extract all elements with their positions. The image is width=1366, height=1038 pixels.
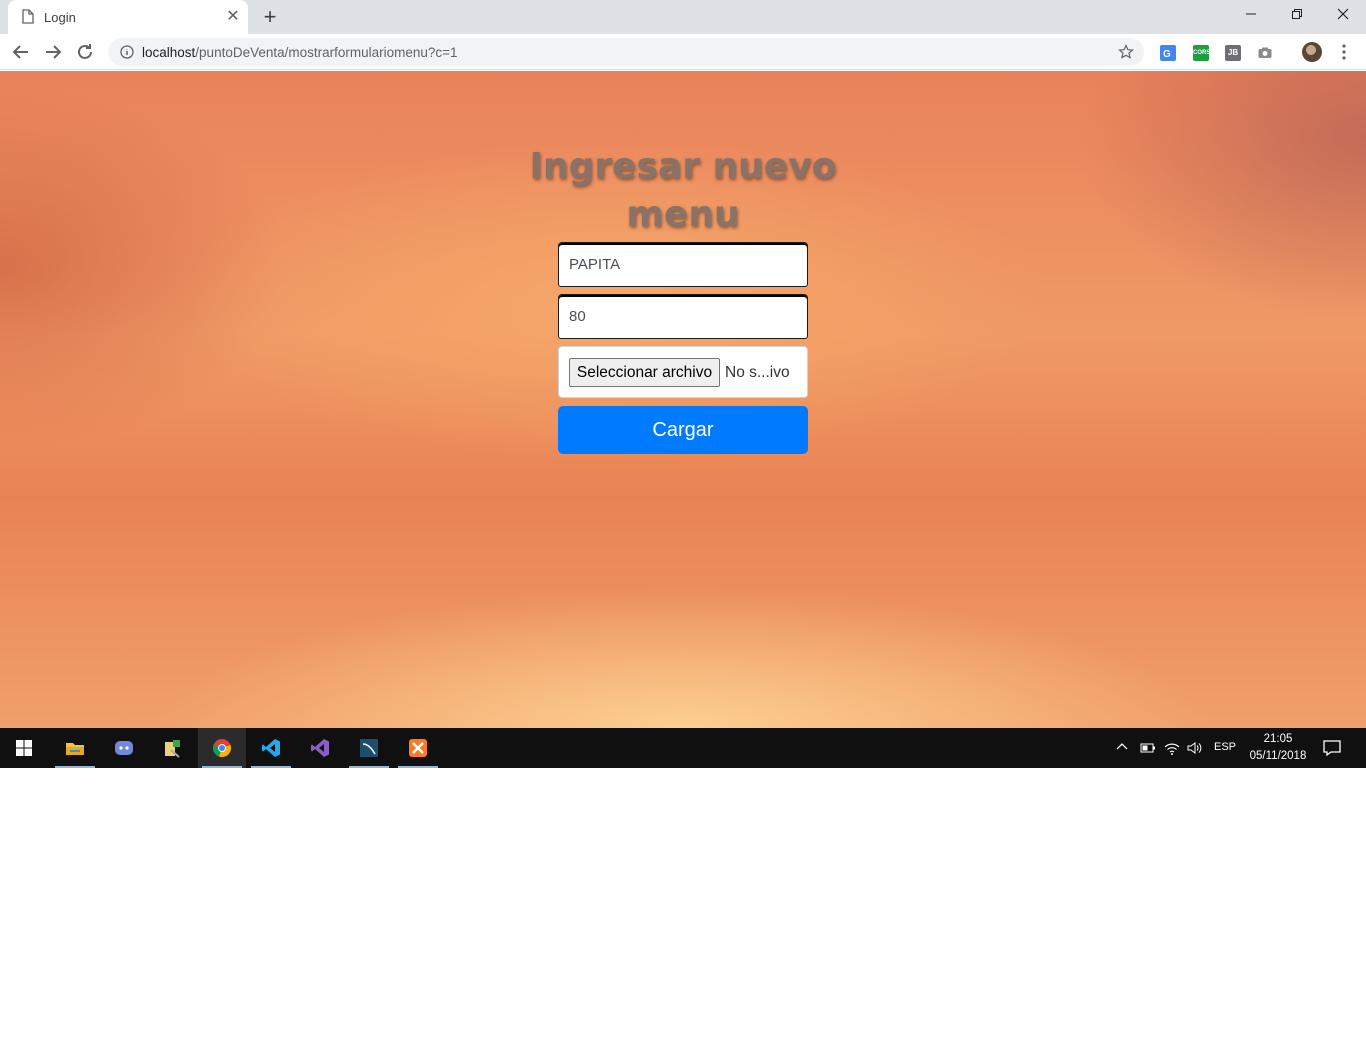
running-indicator — [349, 766, 389, 768]
info-icon[interactable] — [120, 45, 134, 59]
running-indicator — [202, 766, 242, 768]
battery-icon[interactable] — [1140, 740, 1156, 756]
new-tab-icon[interactable]: + — [258, 6, 282, 28]
menu-price-input[interactable] — [558, 294, 808, 339]
system-clock[interactable]: 21:05 05/11/2018 — [1244, 731, 1312, 765]
address-bar[interactable]: localhost/puntoDeVenta/mostrarformulario… — [108, 38, 1144, 66]
windows-start-button[interactable] — [0, 728, 48, 768]
taskbar-file-explorer[interactable] — [51, 728, 99, 768]
mysql-workbench-icon — [360, 739, 378, 757]
taskbar-visual-studio[interactable] — [296, 728, 344, 768]
browser-toolbar: localhost/puntoDeVenta/mostrarformulario… — [0, 34, 1366, 70]
file-upload-field[interactable]: Seleccionar archivo No s...ivo — [558, 346, 808, 398]
jb-icon[interactable]: JB — [1225, 45, 1241, 61]
tab-title: Login — [44, 10, 76, 25]
close-icon — [1337, 8, 1349, 20]
chrome-icon — [212, 739, 232, 758]
cors-icon[interactable]: CORS — [1193, 45, 1210, 61]
page-title: Ingresar nuevo menu — [529, 146, 837, 235]
google-translate-icon[interactable]: G — [1160, 45, 1176, 61]
url-text[interactable]: localhost/puntoDeVenta/mostrarformulario… — [142, 45, 458, 60]
browser-tab[interactable]: Login ✕ — [8, 0, 248, 34]
tab-strip: Login ✕ + — [0, 0, 1366, 34]
visual-studio-icon — [311, 739, 329, 757]
submit-button[interactable]: Cargar — [558, 406, 808, 454]
menu-name-input[interactable] — [558, 242, 808, 287]
discord-icon — [115, 741, 133, 755]
select-file-button[interactable]: Seleccionar archivo — [569, 358, 720, 387]
folder-icon — [66, 743, 84, 755]
minimize-button[interactable] — [1228, 0, 1274, 30]
taskbar-xampp[interactable] — [394, 728, 442, 768]
windows-taskbar: ESP 21:05 05/11/2018 — [0, 728, 1366, 768]
file-status-text: No s...ivo — [725, 364, 790, 381]
xampp-icon — [409, 739, 427, 757]
forward-arrow-icon[interactable] — [40, 39, 66, 65]
svg-text:G: G — [1163, 49, 1171, 60]
clock-time: 21:05 — [1263, 733, 1293, 745]
taskbar-discord[interactable] — [100, 728, 148, 768]
clock-date: 05/11/2018 — [1249, 750, 1307, 762]
minimize-icon — [1246, 13, 1256, 15]
url-host: localhost — [142, 45, 196, 60]
restore-icon — [1292, 9, 1302, 19]
tools-icon — [165, 740, 180, 758]
language-indicator[interactable]: ESP — [1214, 741, 1236, 753]
translate-glyph-icon: G — [1163, 49, 1171, 60]
vscode-icon — [262, 739, 280, 757]
taskbar-chrome[interactable] — [198, 728, 246, 768]
bookmark-star-icon[interactable] — [1118, 44, 1134, 60]
notification-center-icon[interactable] — [1322, 739, 1342, 757]
running-indicator — [398, 766, 438, 768]
wifi-icon[interactable] — [1163, 739, 1181, 757]
running-indicator — [55, 766, 95, 768]
taskbar-app-tool[interactable] — [149, 728, 197, 768]
back-arrow-icon[interactable] — [8, 39, 34, 65]
taskbar-vscode[interactable] — [247, 728, 295, 768]
camera-icon[interactable] — [1257, 45, 1273, 61]
tab-close-icon[interactable]: ✕ — [224, 8, 242, 26]
kebab-menu-icon[interactable] — [1337, 42, 1351, 62]
page-viewport: Ingresar nuevo menu Seleccionar archivo … — [0, 71, 1366, 728]
reload-icon[interactable] — [72, 39, 98, 65]
page-icon — [22, 9, 34, 24]
taskbar-mysql-workbench[interactable] — [345, 728, 393, 768]
close-window-button[interactable] — [1320, 0, 1366, 30]
restore-button[interactable] — [1274, 0, 1320, 30]
running-indicator — [251, 766, 291, 768]
url-path: /puntoDeVenta/mostrarformulariomenu?c=1 — [195, 45, 458, 60]
profile-avatar[interactable] — [1302, 42, 1322, 62]
chevron-up-icon[interactable] — [1114, 739, 1130, 755]
volume-icon[interactable] — [1186, 739, 1202, 757]
windows-logo-icon — [16, 740, 32, 756]
